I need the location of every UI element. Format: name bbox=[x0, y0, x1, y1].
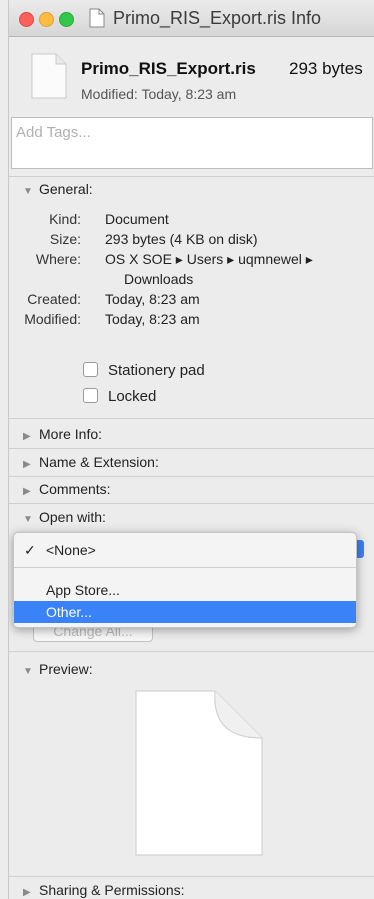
section-sharing-permissions[interactable]: ▶ Sharing & Permissions: bbox=[23, 882, 185, 898]
disclosure-open-icon: ▼ bbox=[23, 186, 33, 197]
tags-field[interactable] bbox=[11, 117, 373, 169]
window-title: Primo_RIS_Export.ris Info bbox=[113, 8, 322, 28]
divider bbox=[9, 651, 374, 652]
locked-checkbox[interactable] bbox=[83, 387, 98, 403]
file-modified: Modified: Today, 8:23 am bbox=[81, 86, 237, 102]
menu-item-other[interactable]: Other... bbox=[14, 601, 356, 623]
tags-input[interactable] bbox=[16, 124, 346, 141]
minimize-button[interactable] bbox=[39, 12, 54, 27]
document-icon bbox=[89, 8, 105, 28]
open-with-menu[interactable]: ✓ <None> App Store... Other... bbox=[13, 532, 357, 628]
section-more-info[interactable]: ▶ More Info: bbox=[23, 426, 102, 442]
zoom-button[interactable] bbox=[59, 12, 74, 27]
disclosure-closed-icon: ▶ bbox=[23, 459, 31, 470]
section-name-extension[interactable]: ▶ Name & Extension: bbox=[23, 454, 159, 470]
checkmark-icon: ✓ bbox=[24, 542, 36, 558]
divider bbox=[9, 448, 374, 449]
stationery-pad-checkbox[interactable] bbox=[83, 361, 98, 377]
section-open-with[interactable]: ▼ Open with: bbox=[23, 509, 106, 525]
file-size: 293 bytes bbox=[289, 59, 363, 78]
section-preview[interactable]: ▼ Preview: bbox=[23, 661, 93, 677]
disclosure-closed-icon: ▶ bbox=[23, 887, 31, 898]
preview-document-icon bbox=[135, 690, 263, 856]
file-header: Primo_RIS_Export.ris 293 bytes Modified:… bbox=[9, 37, 374, 117]
section-comments[interactable]: ▶ Comments: bbox=[23, 481, 111, 497]
divider bbox=[9, 876, 374, 877]
disclosure-open-icon: ▼ bbox=[23, 666, 33, 677]
menu-item-app-store[interactable]: App Store... bbox=[14, 579, 356, 601]
disclosure-open-icon: ▼ bbox=[23, 514, 33, 525]
divider bbox=[9, 176, 374, 177]
file-name: Primo_RIS_Export.ris bbox=[81, 59, 256, 78]
section-general[interactable]: ▼ General: bbox=[23, 181, 93, 197]
divider bbox=[9, 503, 374, 504]
menu-item-none[interactable]: ✓ <None> bbox=[14, 539, 356, 561]
menu-divider bbox=[14, 567, 356, 568]
disclosure-closed-icon: ▶ bbox=[23, 486, 31, 497]
disclosure-closed-icon: ▶ bbox=[23, 431, 31, 442]
locked-option[interactable]: Locked bbox=[83, 387, 156, 405]
divider bbox=[9, 476, 374, 477]
divider bbox=[9, 418, 374, 419]
file-icon bbox=[31, 53, 67, 99]
info-window: Primo_RIS_Export.ris Info Primo_RIS_Expo… bbox=[8, 0, 374, 899]
stationery-pad-option[interactable]: Stationery pad bbox=[83, 361, 205, 379]
title-bar[interactable]: Primo_RIS_Export.ris Info bbox=[9, 0, 374, 37]
close-button[interactable] bbox=[19, 12, 34, 27]
